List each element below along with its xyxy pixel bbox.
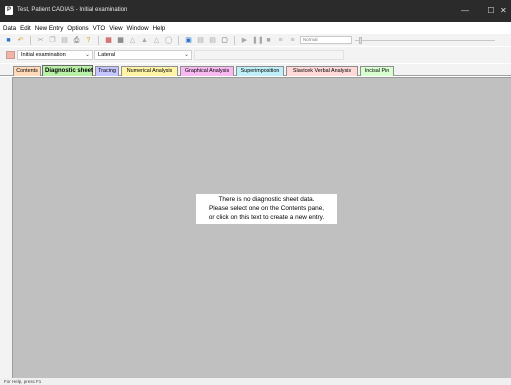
color-swatch[interactable] xyxy=(6,51,15,59)
toolbar-divider xyxy=(178,35,179,45)
tab-contents[interactable]: Contents xyxy=(13,66,41,76)
print-icon[interactable]: ⎙ xyxy=(72,36,81,45)
rewind-icon[interactable]: ≡ xyxy=(276,36,285,45)
tab-incisal-pin[interactable]: Incisal Pin xyxy=(360,66,394,76)
tab-diagnostic-sheet[interactable]: Diagnostic sheet xyxy=(42,65,93,76)
window-title: Test, Patient CADIAS - Initial examinati… xyxy=(17,7,128,13)
view-select[interactable]: Lateral ⌄ xyxy=(94,50,192,60)
pause-icon[interactable]: ❚❚ xyxy=(252,36,264,45)
tool-icon[interactable]: △ xyxy=(128,36,137,45)
tool-icon[interactable]: ▦ xyxy=(116,36,125,45)
cut-icon[interactable]: ✂ xyxy=(36,36,45,45)
undo-icon[interactable]: ↶ xyxy=(16,36,25,45)
toolbar-divider xyxy=(98,35,99,45)
menu-view[interactable]: View xyxy=(109,25,126,32)
help-icon[interactable]: ? xyxy=(84,36,93,45)
menu-new-entry[interactable]: New Entry xyxy=(35,25,68,32)
no-data-message[interactable]: There is no diagnostic sheet data. Pleas… xyxy=(196,194,337,224)
menu-data[interactable]: Data xyxy=(3,25,20,32)
diagnostic-sheet-pane xyxy=(12,77,511,378)
zoom-slider[interactable] xyxy=(355,36,495,45)
tool-icon[interactable]: △ xyxy=(152,36,161,45)
examination-value: Initial examination xyxy=(21,52,66,58)
title-bar: P Test, Patient CADIAS - Initial examina… xyxy=(0,0,511,22)
slider-track xyxy=(355,39,495,41)
stop-icon[interactable]: ■ xyxy=(264,36,273,45)
play-icon[interactable]: ▶ xyxy=(240,36,249,45)
menu-edit[interactable]: Edit xyxy=(20,25,35,32)
close-button[interactable]: ✕ xyxy=(496,0,511,22)
tab-slavicek-verbal-analysis[interactable]: Slavicek Verbal Analysis xyxy=(286,66,358,76)
normal-combo[interactable]: Normal xyxy=(300,36,352,44)
message-line-3: or click on this text to create a new en… xyxy=(208,214,325,221)
empty-select[interactable] xyxy=(194,50,344,60)
toolbar: ■ ↶ ✂ ❐ ▤ ⎙ ? ▦ ▦ △ ▲ △ ◯ ▣ ▤ ▤ ▢ ▶ ❚❚ ■… xyxy=(0,34,511,46)
app-logo-icon: P xyxy=(5,6,13,15)
step-icon[interactable]: ≡ xyxy=(288,36,297,45)
tool-icon[interactable]: ▲ xyxy=(140,36,149,45)
menu-window[interactable]: Window xyxy=(127,25,153,32)
tab-bar: Contents Diagnostic sheet Tracing Numeri… xyxy=(0,64,511,76)
message-line-2: Please select one on the Contents pane, xyxy=(208,205,325,212)
toolbar-divider xyxy=(234,35,235,45)
tab-numerical-analysis[interactable]: Numerical Analysis xyxy=(121,66,178,76)
view-icon[interactable]: ▤ xyxy=(196,36,205,45)
tab-tracing[interactable]: Tracing xyxy=(95,66,119,76)
view-icon[interactable]: ▢ xyxy=(220,36,229,45)
tab-graphical-analysis[interactable]: Graphical Analysis xyxy=(180,66,234,76)
content-margin xyxy=(0,77,12,378)
tool-icon[interactable]: ▦ xyxy=(104,36,113,45)
menu-vto[interactable]: VTO xyxy=(93,25,110,32)
view-icon[interactable]: ▤ xyxy=(208,36,217,45)
menu-bar: Data Edit New Entry Options VTO View Win… xyxy=(0,22,511,34)
copy-icon[interactable]: ❐ xyxy=(48,36,57,45)
toolbar-divider xyxy=(30,35,31,45)
paste-icon[interactable]: ▤ xyxy=(60,36,69,45)
examination-select[interactable]: Initial examination ⌄ xyxy=(17,50,93,60)
slider-thumb[interactable] xyxy=(359,36,362,44)
view-icon[interactable]: ▣ xyxy=(184,36,193,45)
menu-help[interactable]: Help xyxy=(153,25,170,32)
view-value: Lateral xyxy=(98,52,116,58)
chevron-down-icon: ⌄ xyxy=(183,52,189,58)
chevron-down-icon: ⌄ xyxy=(84,52,90,58)
message-line-1: There is no diagnostic sheet data. xyxy=(218,196,315,203)
menu-options[interactable]: Options xyxy=(67,25,92,32)
tab-superimposition[interactable]: Superimposition xyxy=(236,66,284,76)
tool-icon[interactable]: ◯ xyxy=(164,36,173,45)
status-bar: For Help, press F1 xyxy=(0,378,511,385)
save-icon[interactable]: ■ xyxy=(4,36,13,45)
